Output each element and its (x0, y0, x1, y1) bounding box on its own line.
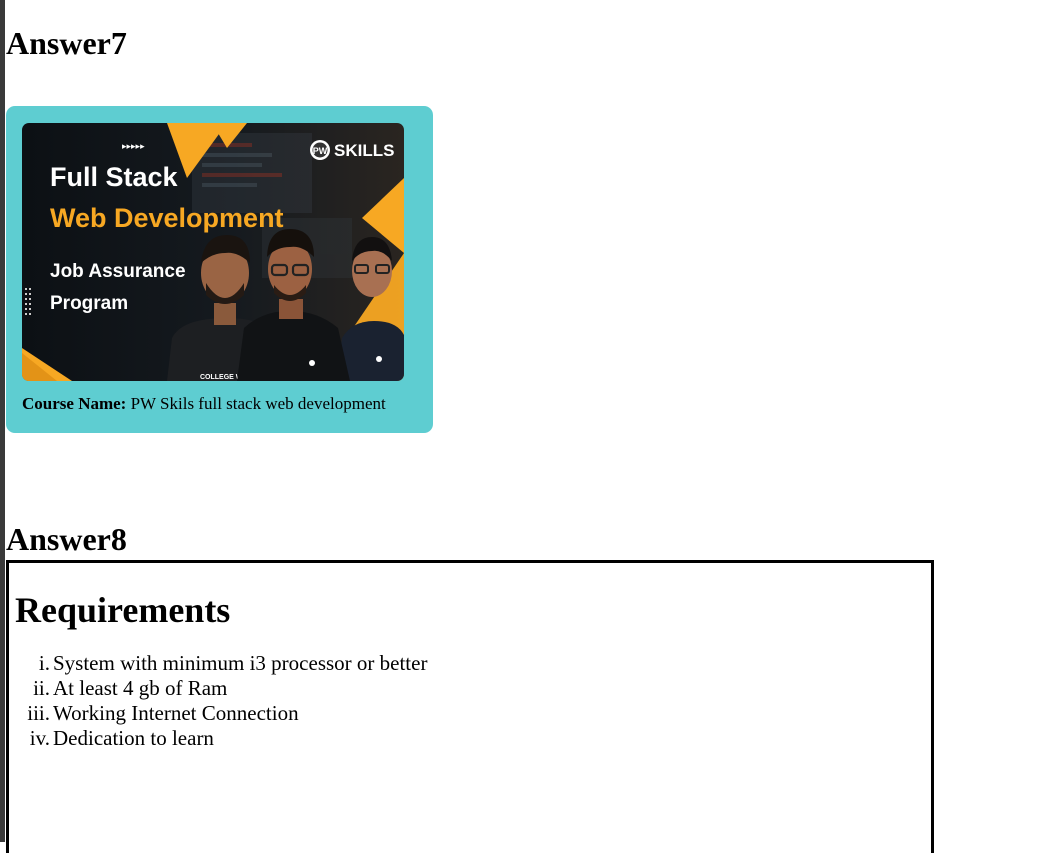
list-item-text: At least 4 gb of Ram (53, 676, 228, 700)
course-name-label: Course Name: (22, 394, 127, 413)
svg-text:Job Assurance: Job Assurance (50, 261, 186, 282)
list-item: iii. Working Internet Connection (9, 701, 427, 726)
course-card: ▸▸▸▸▸ PW SKILLS Full Stack Web Developme… (6, 106, 433, 433)
page-content: Answer7 ▸▸▸▸▸ PW SKILLS Full Stack Web D… (6, 0, 1059, 853)
svg-text:Full Stack: Full Stack (50, 162, 179, 192)
requirements-title: Requirements (15, 590, 231, 630)
course-banner-image: ▸▸▸▸▸ PW SKILLS Full Stack Web Developme… (22, 123, 404, 381)
list-item: iv. Dedication to learn (9, 726, 427, 751)
svg-text:▸▸▸▸▸: ▸▸▸▸▸ (122, 141, 145, 151)
svg-text:PW: PW (313, 146, 328, 156)
svg-text:SKILLS: SKILLS (334, 141, 394, 160)
list-marker: i. (38, 651, 50, 675)
list-item: i. System with minimum i3 processor or be… (9, 651, 428, 676)
requirements-box: Requirements i. System with minimum i3 pr… (6, 560, 934, 853)
list-item-text: Dedication to learn (53, 726, 214, 750)
list-marker: iii. (27, 701, 50, 725)
answer8-heading: Answer8 (6, 521, 127, 557)
svg-text:Web Development: Web Development (50, 203, 284, 233)
course-name-caption: Course Name: PW Skils full stack web dev… (22, 394, 386, 414)
requirements-list: i. System with minimum i3 processor or be… (9, 651, 427, 751)
answer7-heading: Answer7 (6, 25, 127, 61)
list-item: ii. At least 4 gb of Ram (9, 676, 427, 701)
list-marker: iv. (29, 726, 50, 750)
course-name-value: PW Skils full stack web development (126, 394, 386, 413)
list-item-text: Working Internet Connection (53, 701, 299, 725)
svg-text:COLLEGE W: COLLEGE W (200, 374, 243, 381)
list-item-text: System with minimum i3 processor or bett… (53, 651, 428, 675)
banner-graphic: ▸▸▸▸▸ PW SKILLS Full Stack Web Developme… (22, 123, 404, 381)
page-left-border (0, 0, 5, 842)
svg-text:Program: Program (50, 293, 128, 314)
list-marker: ii. (33, 676, 50, 700)
pw-logo-icon: PW (310, 140, 330, 160)
